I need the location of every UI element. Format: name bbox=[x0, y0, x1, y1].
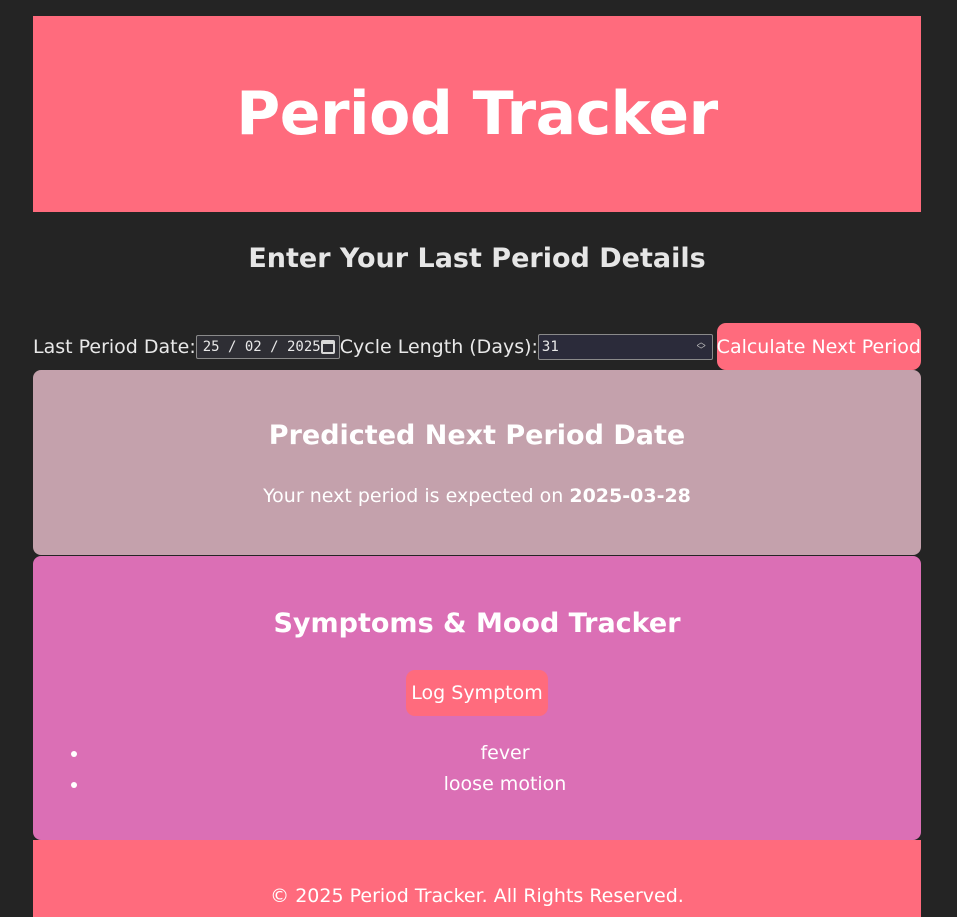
symptom-list: fever loose motion bbox=[33, 738, 921, 800]
page-title: Period Tracker bbox=[236, 79, 718, 149]
form-section-title: Enter Your Last Period Details bbox=[248, 243, 706, 274]
spinner-icon[interactable]: ︿ ﹀ bbox=[697, 338, 706, 355]
period-form: Last Period Date: 25 / 02 / 2025 Cycle L… bbox=[33, 323, 921, 370]
calculate-next-period-button[interactable]: Calculate Next Period bbox=[716, 323, 921, 370]
symptom-list-item: fever bbox=[89, 738, 921, 769]
page: Period Tracker Enter Your Last Period De… bbox=[0, 0, 957, 917]
predicted-date: 2025-03-28 bbox=[569, 485, 691, 507]
last-period-label: Last Period Date: bbox=[33, 335, 196, 358]
cycle-length-label: Cycle Length (Days): bbox=[339, 335, 538, 358]
cycle-length-input[interactable]: 31 ︿ ﹀ bbox=[537, 333, 713, 360]
log-symptom-button[interactable]: Log Symptom bbox=[406, 670, 548, 716]
calendar-icon[interactable] bbox=[320, 339, 335, 354]
prediction-card: Predicted Next Period Date Your next per… bbox=[33, 370, 921, 555]
last-period-date-input[interactable]: 25 / 02 / 2025 bbox=[195, 334, 340, 359]
prediction-sentence: Your next period is expected on bbox=[263, 485, 570, 507]
cycle-length-value: 31 bbox=[541, 338, 559, 355]
date-value: 25 / 02 / 2025 bbox=[202, 338, 321, 355]
prediction-title: Predicted Next Period Date bbox=[268, 420, 686, 451]
site-header: Period Tracker bbox=[33, 16, 921, 212]
footer-text: © 2025 Period Tracker. All Rights Reserv… bbox=[270, 885, 684, 907]
site-footer: © 2025 Period Tracker. All Rights Reserv… bbox=[33, 840, 921, 917]
spinner-down-icon[interactable]: ﹀ bbox=[697, 346, 706, 355]
symptoms-title: Symptoms & Mood Tracker bbox=[273, 608, 681, 639]
symptoms-card: Symptoms & Mood Tracker Log Symptom feve… bbox=[33, 556, 921, 840]
prediction-text: Your next period is expected on 2025-03-… bbox=[33, 485, 921, 507]
main-container: Period Tracker Enter Your Last Period De… bbox=[33, 16, 921, 917]
symptom-list-item: loose motion bbox=[89, 769, 921, 800]
